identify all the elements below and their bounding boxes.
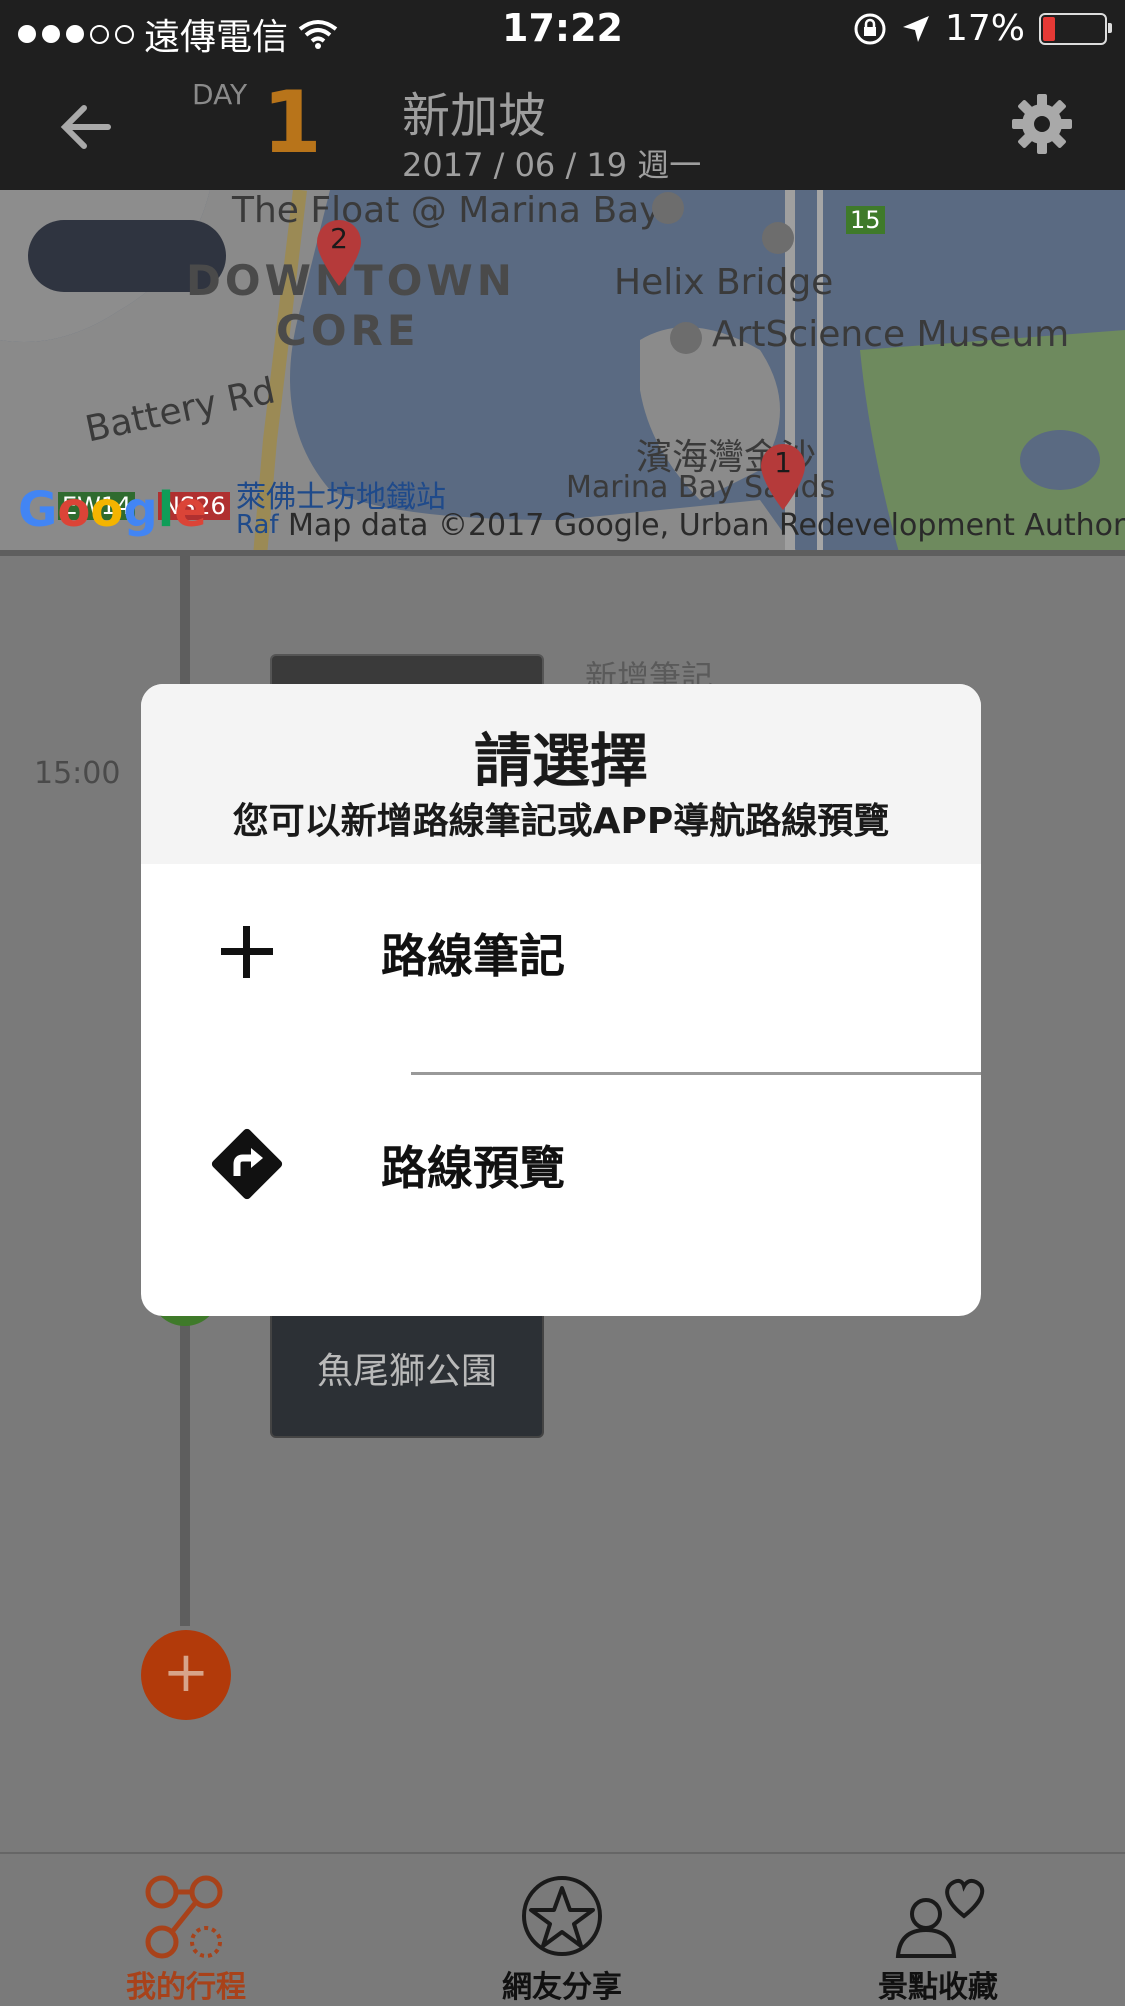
nav-label: 我的行程 bbox=[126, 1970, 246, 2005]
nav-community-share[interactable]: 網友分享 bbox=[432, 1854, 692, 2005]
bottom-nav: 我的行程 網友分享 景點收藏 bbox=[0, 1852, 1125, 2005]
map-attribution: Map data ©2017 Google, Urban Redevelopme… bbox=[288, 508, 1125, 543]
map-label: ArtScience Museum bbox=[712, 314, 1070, 355]
rotation-lock-icon bbox=[854, 13, 886, 44]
day-number: 1 bbox=[262, 73, 322, 173]
map-label: Helix Bridge bbox=[614, 262, 834, 303]
map-label: Raf bbox=[236, 510, 279, 540]
marker-number: 2 bbox=[330, 222, 348, 255]
route-preview-option[interactable]: 路線預覽 bbox=[141, 1080, 981, 1248]
route-icon bbox=[145, 1875, 223, 1959]
bridge-icon bbox=[762, 222, 794, 254]
nav-label: 網友分享 bbox=[502, 1970, 622, 2005]
spot-name: 魚尾獅公園 bbox=[316, 1351, 497, 1392]
route-map[interactable]: The Float @ Marina Bay DOWNTOWN CORE Hel… bbox=[0, 190, 1125, 556]
dialog-divider bbox=[411, 1072, 981, 1075]
day-label: DAY bbox=[192, 78, 248, 111]
battery-percent: 17% bbox=[944, 8, 1025, 49]
battery-icon bbox=[1039, 12, 1112, 45]
marker-number: 1 bbox=[774, 446, 792, 479]
choice-dialog: 請選擇 您可以新增路線筆記或APP導航路線預覽 路線筆記 路線預覽 bbox=[141, 684, 981, 1316]
restaurant-icon bbox=[652, 192, 684, 224]
dialog-subtitle: 您可以新增路線筆記或APP導航路線預覽 bbox=[232, 801, 890, 842]
nav-saved-spots[interactable]: 景點收藏 bbox=[808, 1854, 1068, 2005]
status-right: 17% bbox=[853, 8, 1112, 49]
map-marker[interactable]: 1 bbox=[758, 442, 808, 512]
option-label: 路線筆記 bbox=[381, 929, 565, 983]
spot-card[interactable]: 魚尾獅公園 bbox=[270, 1310, 544, 1438]
dialog-title: 請選擇 bbox=[473, 727, 648, 795]
star-icon bbox=[522, 1876, 602, 1956]
timeline-time: 15:00 bbox=[34, 756, 121, 791]
nav-my-itinerary[interactable]: 我的行程 bbox=[56, 1854, 316, 2005]
google-logo: Google bbox=[18, 482, 207, 538]
gear-icon[interactable] bbox=[1010, 92, 1074, 156]
city-title: 新加坡 bbox=[402, 88, 547, 144]
nav-label: 景點收藏 bbox=[878, 1970, 998, 2005]
app-header: DAY 1 新加坡 2017 / 06 / 19 週一 bbox=[0, 62, 1125, 190]
dialog-header: 請選擇 您可以新增路線筆記或APP導航路線預覽 bbox=[141, 684, 981, 864]
trip-date: 2017 / 06 / 19 週一 bbox=[402, 146, 702, 184]
back-arrow-icon[interactable] bbox=[52, 92, 122, 162]
status-bar: 遠傳電信 17:22 17% bbox=[0, 0, 1125, 62]
map-marker[interactable]: 2 bbox=[314, 218, 364, 288]
directions-icon bbox=[211, 1128, 283, 1200]
map-label: The Float @ Marina Bay bbox=[232, 190, 661, 231]
map-label: CORE bbox=[276, 306, 420, 355]
exit-code: 15 bbox=[846, 206, 885, 234]
route-note-option[interactable]: 路線筆記 bbox=[141, 868, 981, 1036]
plus-icon bbox=[221, 926, 273, 978]
museum-icon bbox=[670, 322, 702, 354]
add-spot-button[interactable]: + bbox=[141, 1630, 231, 1720]
location-arrow-icon bbox=[902, 15, 929, 42]
favorites-icon bbox=[895, 1878, 985, 1958]
option-label: 路線預覽 bbox=[381, 1141, 565, 1195]
